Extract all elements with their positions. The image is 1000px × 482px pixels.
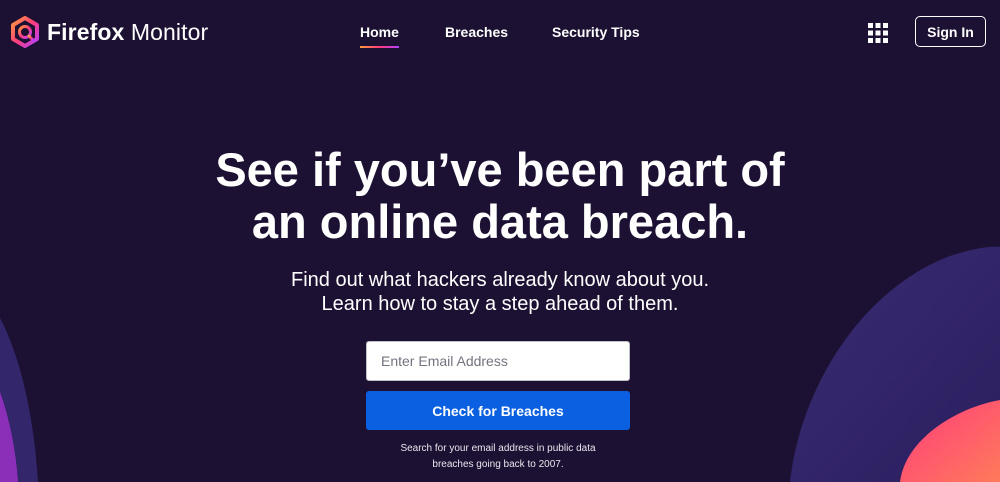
- email-input[interactable]: [366, 341, 630, 381]
- nav-home[interactable]: Home: [360, 24, 399, 48]
- nav-breaches[interactable]: Breaches: [445, 24, 508, 40]
- brand-name: Firefox Monitor: [47, 19, 208, 46]
- nav-security-tips[interactable]: Security Tips: [552, 24, 640, 40]
- hero-subtitle-line-2: Learn how to stay a step ahead of them.: [321, 293, 679, 315]
- hero-subtitle: Find out what hackers already know about…: [200, 268, 800, 316]
- hero-subtitle-line-1: Find out what hackers already know about…: [290, 269, 710, 291]
- check-for-breaches-button[interactable]: Check for Breaches: [366, 391, 630, 430]
- firefox-monitor-logo[interactable]: Firefox Monitor: [10, 16, 208, 48]
- search-note: Search for your email address in public …: [360, 441, 636, 473]
- hero-title-line-2: an online data breach.: [251, 195, 749, 248]
- hero-title: See if you’ve been part of an online dat…: [150, 144, 850, 248]
- sign-in-button[interactable]: Sign In: [915, 16, 986, 47]
- hero-title-line-1: See if you’ve been part of: [215, 143, 785, 196]
- brand-name-light: Monitor: [130, 18, 209, 45]
- monitor-logo-icon: [11, 16, 39, 48]
- brand-name-bold: Firefox: [47, 18, 125, 45]
- search-note-line-1: Search for your email address in public …: [400, 443, 596, 454]
- search-note-line-2: breaches going back to 2007.: [432, 459, 564, 470]
- grid-icon[interactable]: [868, 23, 888, 43]
- top-navigation: Firefox Monitor Home Breaches Security T…: [0, 0, 1000, 64]
